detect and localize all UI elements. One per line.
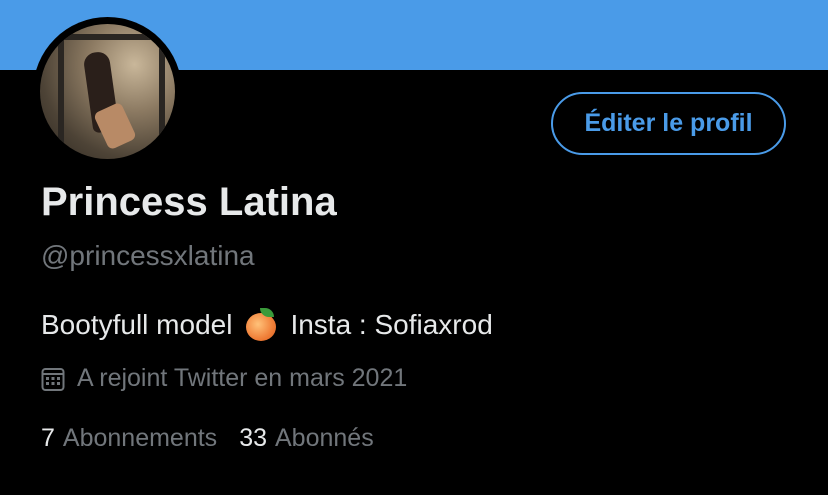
following-link[interactable]: 7 Abonnements <box>41 424 217 453</box>
joined-text: A rejoint Twitter en mars 2021 <box>77 364 408 392</box>
avatar[interactable] <box>33 17 182 166</box>
profile-stats: 7 Abonnements 33 Abonnés <box>41 424 374 453</box>
profile-name: Princess Latina <box>41 180 337 224</box>
bio-text: Bootyfull model <box>41 309 233 340</box>
peach-emoji-icon <box>244 308 278 342</box>
edit-profile-button[interactable]: Éditer le profil <box>551 92 786 155</box>
following-label: Abonnements <box>62 424 218 452</box>
following-count: 7 <box>41 424 55 452</box>
followers-link[interactable]: 33 Abonnés <box>239 424 374 453</box>
profile-bio: Bootyfull model Insta : Sofiaxrod <box>41 308 493 342</box>
calendar-icon <box>41 367 65 391</box>
followers-count: 33 <box>239 424 267 452</box>
avatar-image <box>40 24 175 159</box>
profile-handle: @princessxlatina <box>41 240 255 271</box>
bio-suffix: Insta : Sofiaxrod <box>290 309 493 340</box>
followers-label: Abonnés <box>275 424 374 452</box>
joined-date: A rejoint Twitter en mars 2021 <box>41 364 407 393</box>
